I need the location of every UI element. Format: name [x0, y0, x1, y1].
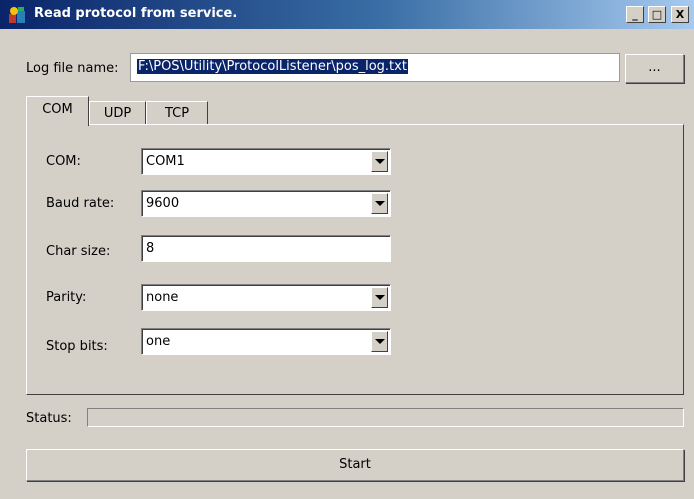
parity-select[interactable]: none	[141, 284, 391, 311]
browse-button[interactable]: ...	[625, 54, 684, 83]
start-button[interactable]: Start	[26, 449, 684, 481]
baud-rate-label: Baud rate:	[46, 196, 115, 211]
maximize-button[interactable]: □	[648, 6, 666, 23]
baud-rate-select[interactable]: 9600	[141, 190, 391, 217]
status-label: Status:	[26, 411, 72, 426]
char-size-label: Char size:	[46, 244, 111, 259]
baud-rate-value: 9600	[146, 196, 180, 211]
tab-udp[interactable]: UDP	[89, 101, 146, 125]
close-button[interactable]: X	[671, 6, 689, 23]
com-select[interactable]: COM1	[141, 148, 391, 175]
chevron-down-icon[interactable]	[371, 193, 388, 214]
chevron-down-icon[interactable]	[371, 331, 388, 352]
parity-label: Parity:	[46, 290, 87, 305]
stop-bits-value: one	[146, 334, 171, 349]
minimize-button[interactable]: _	[626, 6, 644, 23]
chevron-down-icon[interactable]	[371, 151, 388, 172]
stop-bits-label: Stop bits:	[46, 339, 108, 354]
tab-com[interactable]: COM	[26, 96, 89, 126]
status-progress-bar	[87, 408, 684, 427]
tab-tcp[interactable]: TCP	[146, 101, 208, 125]
chevron-down-icon[interactable]	[371, 287, 388, 308]
char-size-value: 8	[146, 241, 155, 256]
char-size-input[interactable]: 8	[141, 235, 391, 262]
log-file-value: F:\POS\Utility\ProtocolListener\pos_log.…	[137, 59, 408, 74]
parity-value: none	[146, 290, 179, 305]
stop-bits-select[interactable]: one	[141, 328, 391, 355]
window-title: Read protocol from service.	[34, 6, 238, 21]
com-value: COM1	[146, 154, 185, 169]
log-file-input[interactable]: F:\POS\Utility\ProtocolListener\pos_log.…	[130, 53, 620, 82]
title-bar[interactable]: Read protocol from service. _ □ X	[0, 0, 694, 29]
com-label: COM:	[46, 154, 81, 169]
log-file-label: Log file name:	[26, 61, 119, 76]
app-icon	[9, 7, 25, 23]
